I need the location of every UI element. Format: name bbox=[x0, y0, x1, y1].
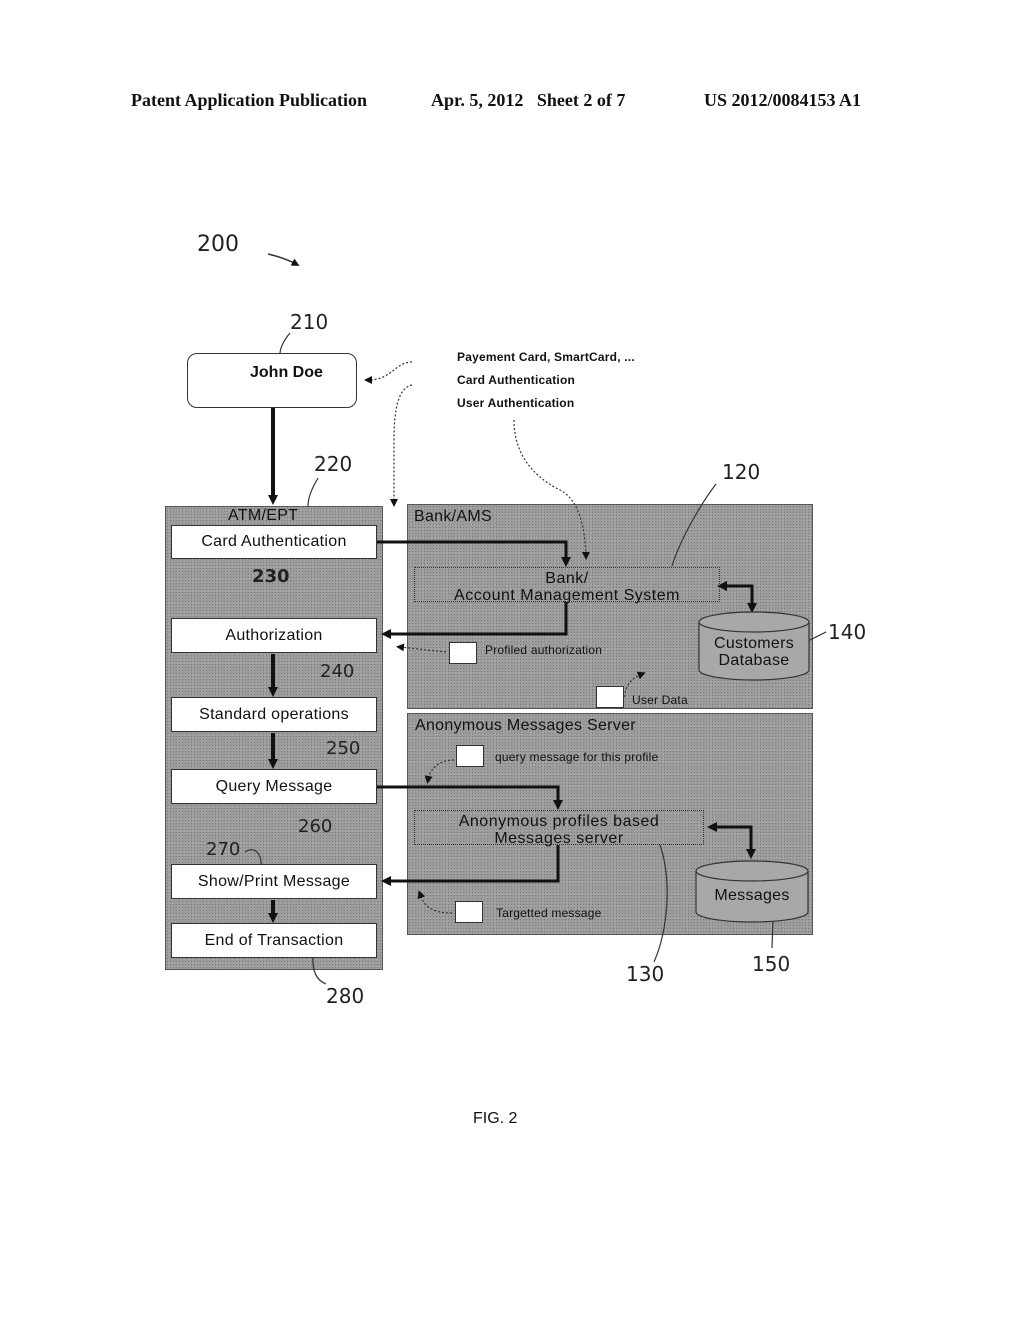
ref-260: 260 bbox=[298, 816, 333, 837]
user-data-message-box bbox=[596, 686, 624, 708]
dotted-card-to-atm bbox=[390, 384, 413, 507]
publication-number: US 2012/0084153 A1 bbox=[704, 90, 862, 110]
step-label: Query Message bbox=[215, 777, 333, 795]
ref-220: 220 bbox=[314, 452, 353, 476]
anonymous-profiles-messages-server: Anonymous profiles based Messages server bbox=[414, 810, 704, 847]
ref-270: 270 bbox=[206, 839, 241, 860]
step-label: Standard operations bbox=[199, 705, 349, 723]
ref-230: 230 bbox=[252, 566, 290, 587]
atm-title: ATM/EPT bbox=[228, 507, 299, 524]
ref-280: 280 bbox=[326, 984, 365, 1008]
server-line-2: Messages server bbox=[494, 830, 624, 847]
publication-date-sheet: Apr. 5, 2012 Sheet 2 of 7 bbox=[431, 90, 626, 110]
figure-caption: FIG. 2 bbox=[473, 1110, 518, 1127]
user-label: John Doe bbox=[250, 364, 323, 381]
dotted-card-to-user bbox=[364, 361, 413, 384]
step-label: Authorization bbox=[225, 626, 323, 644]
card-info-line-1: Payement Card, SmartCard, ... bbox=[457, 350, 635, 364]
user-data-label: User Data bbox=[632, 693, 688, 707]
bank-system-line-2: Account Management System bbox=[454, 587, 680, 604]
step-label: End of Transaction bbox=[204, 931, 344, 949]
targeted-message-label: Targetted message bbox=[496, 906, 602, 920]
leader-210 bbox=[279, 332, 291, 355]
user-box: John Doe bbox=[187, 353, 357, 408]
step-standard-operations: Standard operations bbox=[171, 697, 377, 732]
step-label: Card Authentication bbox=[201, 533, 347, 550]
ref-120: 120 bbox=[722, 460, 761, 484]
bank-panel bbox=[407, 504, 813, 709]
figure-ref-arrow bbox=[267, 253, 300, 266]
db-line-1: Customers bbox=[713, 635, 795, 652]
server-line-1: Anonymous profiles based bbox=[458, 813, 660, 830]
card-info-line-2: Card Authentication bbox=[457, 373, 576, 387]
query-message-box bbox=[456, 745, 484, 767]
ref-140: 140 bbox=[828, 620, 867, 644]
ref-150: 150 bbox=[752, 952, 791, 976]
step-authorization: Authorization bbox=[171, 618, 377, 653]
publication-label: Patent Application Publication bbox=[131, 90, 368, 110]
ref-130: 130 bbox=[626, 962, 665, 986]
ref-240: 240 bbox=[320, 661, 355, 682]
step-label: Show/Print Message bbox=[197, 872, 351, 890]
messages-server-title: Anonymous Messages Server bbox=[415, 717, 636, 734]
messages-database-label: Messages bbox=[714, 887, 790, 904]
figure-ref-200: 200 bbox=[197, 232, 239, 257]
query-message-label: query message for this profile bbox=[495, 750, 659, 764]
bank-account-management-system: Bank/ Account Management System bbox=[414, 567, 720, 604]
step-show-print-message: Show/Print Message bbox=[171, 864, 377, 899]
db-line-2: Database bbox=[718, 652, 790, 669]
step-end-of-transaction: End of Transaction bbox=[171, 923, 377, 958]
targeted-message-box bbox=[455, 901, 483, 923]
ref-250: 250 bbox=[326, 738, 361, 759]
step-query-message: Query Message bbox=[171, 769, 377, 804]
bank-title: Bank/AMS bbox=[414, 508, 492, 525]
leader-220 bbox=[307, 477, 319, 507]
customers-database-label: Customers Database bbox=[699, 635, 809, 669]
bank-system-line-1: Bank/ bbox=[545, 570, 589, 587]
step-card-authentication: Card Authentication bbox=[171, 525, 377, 559]
card-info-line-3: User Authentication bbox=[457, 396, 575, 410]
profiled-authorization-message-box bbox=[449, 642, 477, 664]
profiled-authorization-label: Profiled authorization bbox=[485, 643, 603, 657]
ref-210: 210 bbox=[290, 310, 329, 334]
